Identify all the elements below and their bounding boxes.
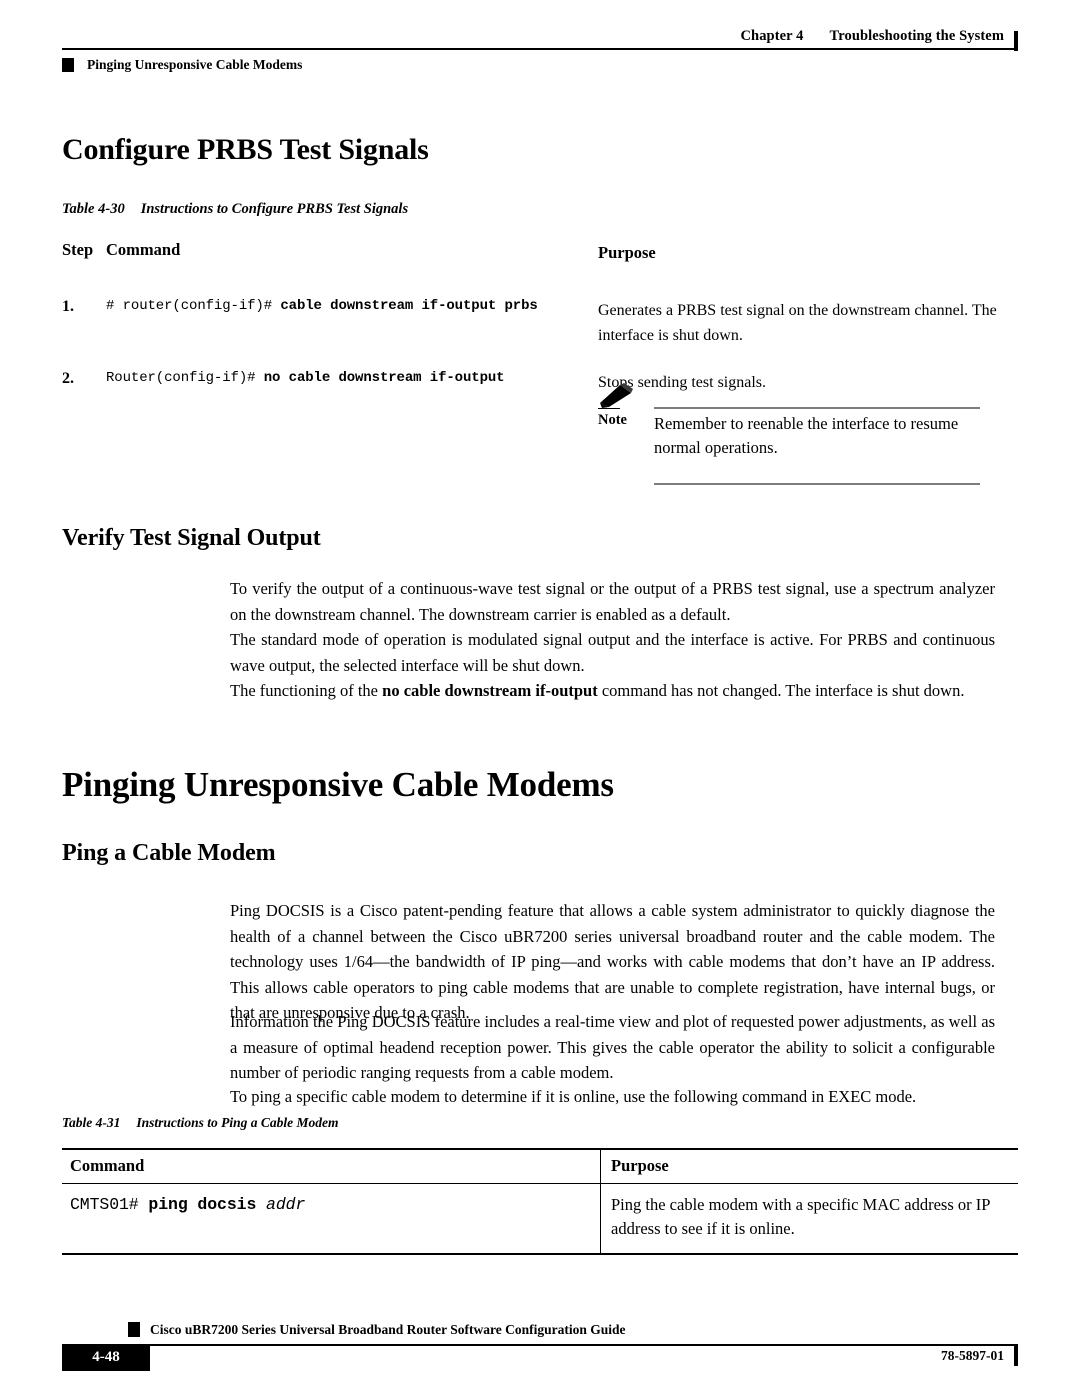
verify-paragraph-3: The functioning of the no cable downstre… [230,678,995,704]
table-4-30-header-purpose: Purpose [598,243,656,262]
note-text: Remember to reenable the interface to re… [654,414,959,457]
table-4-31-header-row: Command Purpose [62,1148,1018,1184]
command-keyword: no cable downstream if-output [263,370,505,386]
table-4-30-header-row: Step Command Purpose [62,240,1018,265]
table-4-31-header-command: Command [62,1148,601,1184]
footer-guide-title: Cisco uBR7200 Series Universal Broadband… [150,1322,626,1337]
table-row: 2. Router(config-if)# no cable downstrea… [62,370,1018,395]
ping-paragraph-1: Ping DOCSIS is a Cisco patent-pending fe… [230,901,995,1022]
verify-p3-command: no cable downstream if-output [382,681,598,700]
table-4-31-number: Table 4-31 [62,1115,121,1130]
command-argument: addr [266,1195,306,1214]
verify-paragraph-1: To verify the output of a continuous-wav… [230,579,995,624]
header-running-title: Pinging Unresponsive Cable Modems [87,57,303,72]
table-4-30-row-1-purpose: Generates a PRBS test signal on the down… [598,302,997,344]
table-4-31-header-purpose: Purpose [600,1148,1018,1184]
header-rule [62,31,1018,51]
table-4-30: Step Command Purpose 1. # router(config-… [62,240,1018,395]
document-page: Chapter 4 Troubleshooting the System Pin… [0,0,1080,1397]
table-4-30-row-2-command: Router(config-if)# no cable downstream i… [106,370,598,386]
heading-pinging-unresponsive-cable-modems: Pinging Unresponsive Cable Modems [62,765,614,804]
command-prompt: CMTS01# [70,1195,149,1214]
table-4-30-header-command: Command [106,240,181,259]
footer-rule [78,1344,1018,1346]
header-chapter-title: Troubleshooting the System [829,28,1004,44]
table-4-30-title: Instructions to Configure PRBS Test Sign… [140,201,409,217]
command-keyword: ping docsis [148,1195,267,1214]
table-4-31: Command Purpose CMTS01# ping docsis addr… [62,1148,1018,1255]
note-label: Note [598,412,627,428]
table-4-30-row-2-step: 2. [62,370,74,387]
running-header: Chapter 4 Troubleshooting the System Pin… [62,28,1018,73]
footer-edge-tick [1014,1344,1018,1366]
table-4-31-row-1-purpose: Ping the cable modem with a specific MAC… [600,1183,1018,1255]
command-keyword: cable downstream if-output prbs [280,298,538,314]
command-prompt: # router(config-if)# [106,298,281,314]
footer-square-marker-icon [128,1322,140,1337]
command-prompt: Router(config-if)# [106,370,264,386]
table-4-30-number: Table 4-30 [62,201,125,217]
verify-p3-after: command has not changed. The interface i… [597,681,965,700]
header-chapter-number: Chapter 4 [740,28,804,44]
verify-paragraph-2: The standard mode of operation is modula… [230,630,995,675]
ping-paragraph-2: Information the Ping DOCSIS feature incl… [230,1012,995,1082]
table-4-30-caption: Table 4-30 Instructions to Configure PRBS… [62,201,408,218]
header-section-line: Pinging Unresponsive Cable Modems [62,57,1018,73]
note-body: Note Remember to reenable the interface … [598,412,980,460]
table-4-30-row-1-command: # router(config-if)# cable downstream if… [106,298,598,314]
note-bottom-rule [654,483,980,485]
ping-paragraph-3: To ping a specific cable modem to determ… [230,1087,917,1106]
table-row: CMTS01# ping docsis addr Ping the cable … [62,1183,1018,1255]
footer-page-number: 4-48 [62,1344,150,1371]
pencil-icon [598,383,636,410]
heading-configure-prbs: Configure PRBS Test Signals [62,133,429,166]
header-chapter-line: Chapter 4 Troubleshooting the System [62,28,1018,48]
table-4-31-row-1-command: CMTS01# ping docsis addr [62,1183,601,1255]
table-4-30-header-step: Step [62,240,94,259]
note-top-rule [654,407,980,409]
footer-document-id: 78-5897-01 [941,1348,1004,1363]
header-square-marker-icon [62,58,74,72]
heading-ping-a-cable-modem: Ping a Cable Modem [62,840,276,866]
verify-p3-before: The functioning of the [230,681,383,700]
table-row: 1. # router(config-if)# cable downstream… [62,298,1018,348]
table-4-31-caption: Table 4-31 Instructions to Ping a Cable M… [62,1115,339,1131]
heading-verify-test-signal-output: Verify Test Signal Output [62,525,321,551]
table-4-30-row-1-step: 1. [62,298,74,315]
table-4-30-row-2-purpose: Stops sending test signals. [598,374,767,391]
header-edge-tick [1014,31,1018,51]
table-4-31-title: Instructions to Ping a Cable Modem [136,1115,339,1130]
